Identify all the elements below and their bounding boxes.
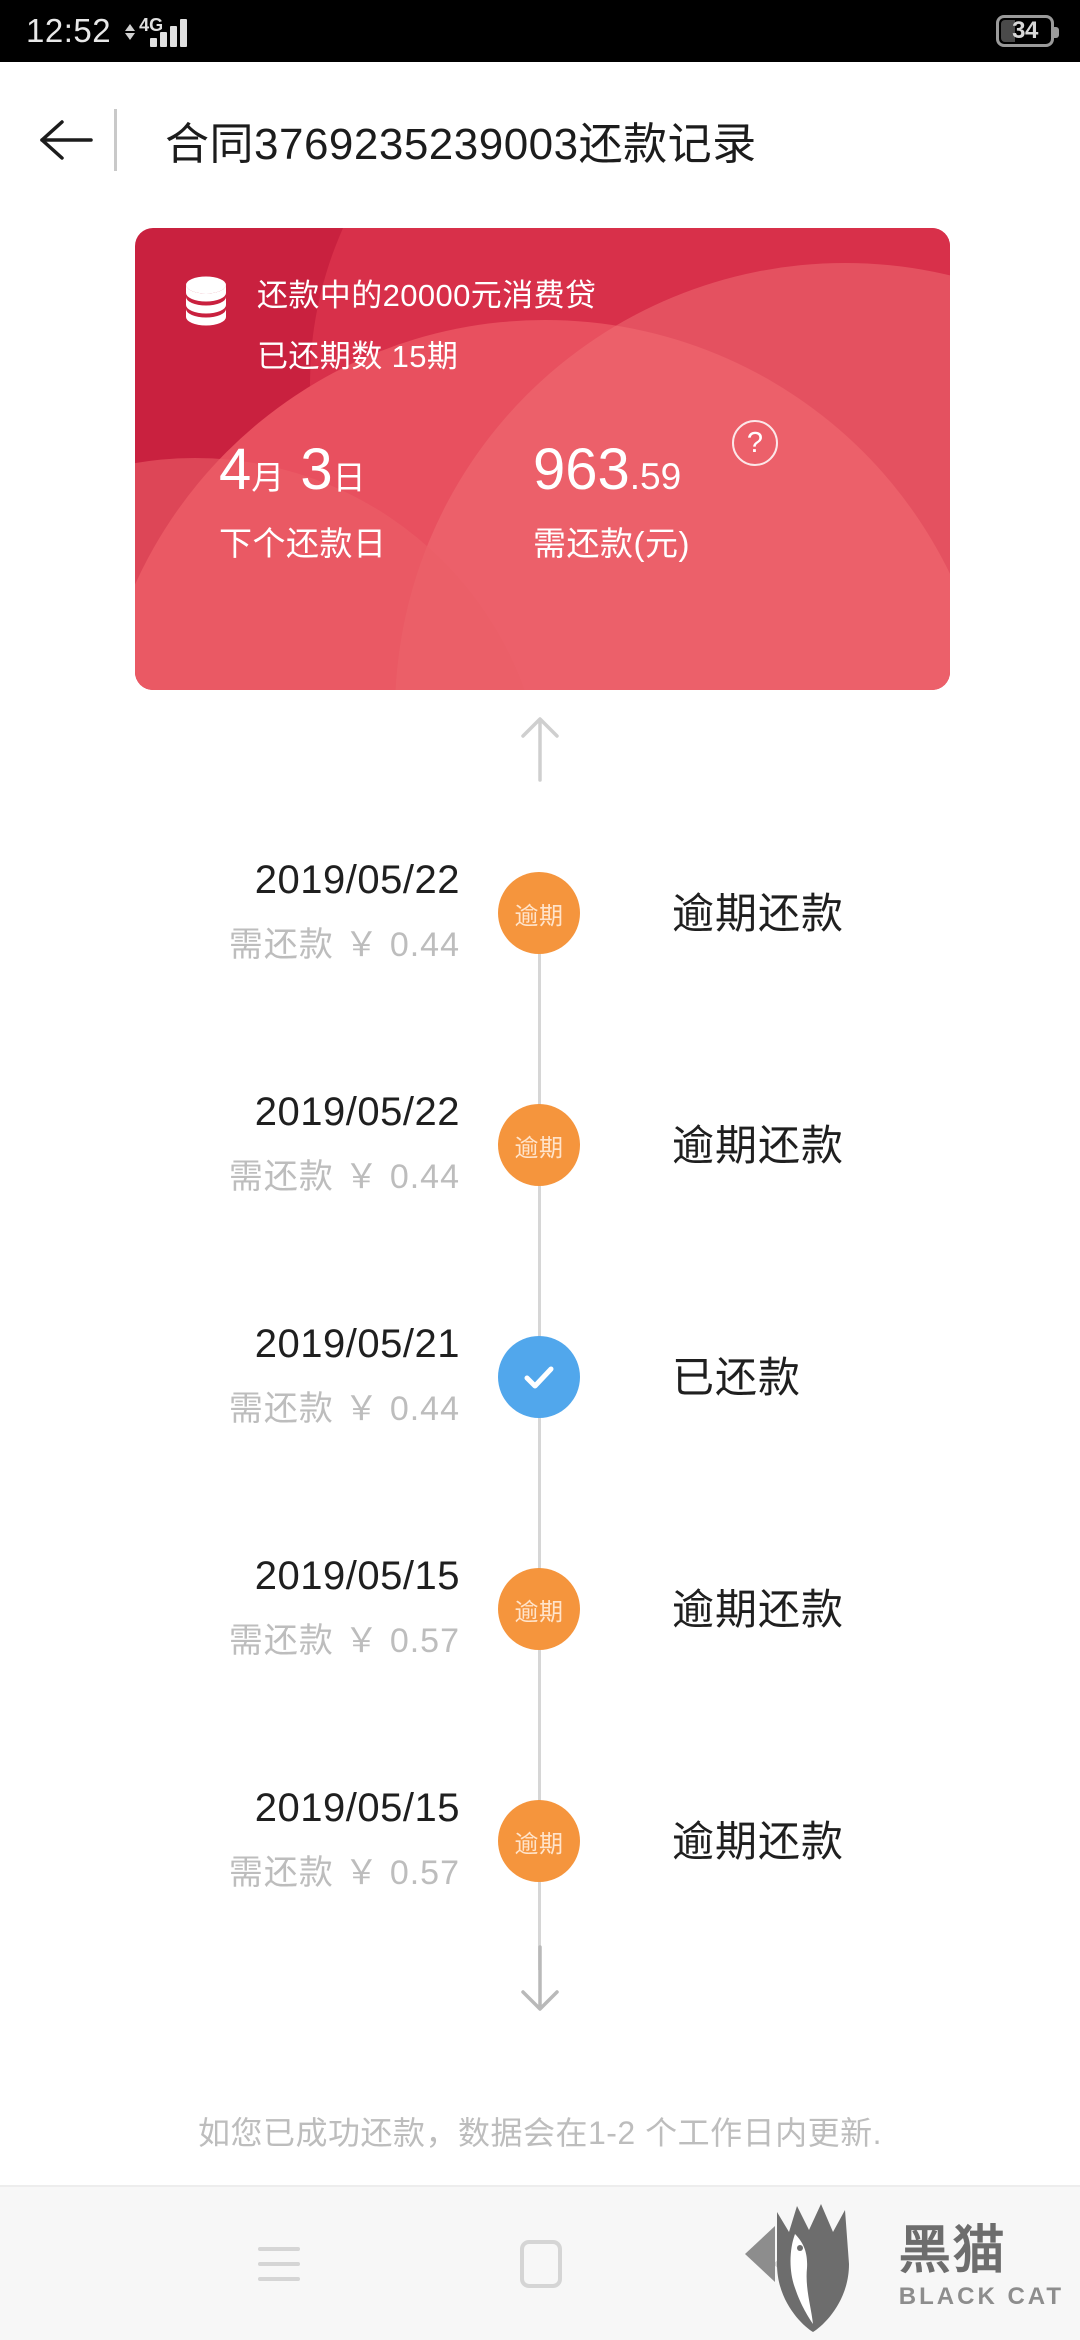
arrow-up-icon (521, 717, 559, 782)
row-status-text: 已还款 (672, 1354, 802, 1401)
row-amount: 需还款 ￥ 0.57 (228, 1622, 460, 1660)
row-left-info: 2019/05/22 需还款 ￥ 0.44 (229, 1090, 460, 1198)
next-payment-date-block: 4月 3日 下个还款日 (181, 437, 511, 565)
row-amount: 需还款 ￥ 0.44 (228, 926, 460, 964)
header-divider (114, 108, 117, 171)
month-number: 4 (219, 437, 252, 502)
table-row[interactable]: 2019/05/15 需还款 ￥ 0.57 逾期 逾期还款 (0, 1536, 1080, 1768)
footer-note: 如您已成功还款，数据会在1-2 个工作日内更新. (197, 2115, 883, 2151)
back-button[interactable] (0, 62, 110, 217)
battery-icon: 34 (996, 15, 1059, 47)
system-nav-bar: 黑猫 BLACK CAT (0, 2185, 1080, 2340)
row-date: 2019/05/22 (254, 858, 460, 902)
watermark-cn-text: 黑猫 (898, 2222, 1007, 2280)
status-right-icons: 34 (996, 15, 1059, 47)
row-amount: 需还款 ￥ 0.57 (228, 1854, 460, 1892)
month-unit: 月 (251, 459, 285, 496)
status-badge (498, 1336, 580, 1418)
next-payment-date-value: 4月 3日 (219, 437, 511, 502)
back-arrow-icon (40, 119, 93, 160)
card-periods-label: 已还期数 15期 (257, 339, 459, 374)
amount-due-value: 963.59 (533, 437, 690, 502)
data-transfer-icon (125, 17, 136, 47)
status-badge: 逾期 (498, 1568, 580, 1650)
amount-integer: 963 (533, 437, 630, 502)
loan-summary-card[interactable]: 还款中的20000元消费贷 已还期数 15期 4月 3日 下个还款日 963.5… (135, 228, 950, 690)
row-status-text: 逾期还款 (672, 1122, 845, 1169)
home-icon[interactable] (520, 2239, 562, 2288)
row-date: 2019/05/21 (254, 1322, 460, 1366)
card-header: 还款中的20000元消费贷 已还期数 15期 (181, 270, 904, 376)
row-date: 2019/05/15 (254, 1554, 460, 1598)
status-badge: 逾期 (498, 872, 580, 954)
card-product-label: 还款中的20000元消费贷 (257, 278, 597, 313)
signal-strength-icon (150, 18, 188, 47)
amount-decimal: .59 (629, 456, 682, 497)
amount-due-block: 963.59 需还款(元) ? (511, 420, 778, 565)
scroll-up-indicator[interactable] (0, 714, 1080, 789)
row-date: 2019/05/22 (254, 1090, 460, 1134)
battery-percent: 34 (1012, 17, 1038, 44)
row-status-text: 逾期还款 (672, 1586, 845, 1633)
amount-due-label: 需还款(元) (533, 524, 690, 562)
scroll-down-indicator[interactable] (0, 1942, 1080, 2019)
check-icon (524, 1366, 554, 1389)
row-left-info: 2019/05/15 需还款 ￥ 0.57 (229, 1554, 460, 1662)
status-bar: 12:52 4G 34 (0, 0, 1080, 62)
status-time: 12:52 (26, 12, 112, 49)
status-badge: 逾期 (498, 1104, 580, 1186)
row-left-info: 2019/05/22 需还款 ￥ 0.44 (229, 858, 460, 966)
arrow-down-icon (521, 1945, 559, 2011)
repayment-timeline: 2019/05/22 需还款 ￥ 0.44 逾期 逾期还款 2019/05/22… (0, 840, 1080, 2000)
row-date: 2019/05/15 (254, 1786, 460, 1830)
coin-stack-icon (186, 276, 226, 326)
day-number: 3 (300, 437, 333, 502)
watermark: 黑猫 BLACK CAT (737, 2202, 1064, 2334)
status-badge: 逾期 (498, 1800, 580, 1882)
page-title: 合同3769235239003还款记录 (165, 119, 757, 169)
card-stats: 4月 3日 下个还款日 963.59 需还款(元) ? (181, 420, 904, 565)
row-left-info: 2019/05/15 需还款 ￥ 0.57 (229, 1786, 460, 1894)
row-status-text: 逾期还款 (672, 1818, 845, 1865)
app-screen: 12:52 4G 34 合同3769235239003还款记录 还款中的2000… (0, 0, 1080, 2340)
row-amount: 需还款 ￥ 0.44 (228, 1390, 460, 1428)
row-amount: 需还款 ￥ 0.44 (228, 1158, 460, 1196)
table-row[interactable]: 2019/05/22 需还款 ￥ 0.44 逾期 逾期还款 (0, 1072, 1080, 1304)
row-status-text: 逾期还款 (672, 890, 845, 937)
help-icon[interactable]: ? (731, 420, 778, 466)
hamburger-menu-icon[interactable] (258, 2246, 300, 2281)
watermark-en-text: BLACK CAT (898, 2283, 1064, 2310)
day-unit: 日 (332, 459, 366, 496)
table-row[interactable]: 2019/05/22 需还款 ￥ 0.44 逾期 逾期还款 (0, 840, 1080, 1072)
black-cat-logo-icon (744, 2204, 849, 2332)
table-row[interactable]: 2019/05/21 需还款 ￥ 0.44 已还款 (0, 1304, 1080, 1536)
app-header: 合同3769235239003还款记录 (0, 62, 1080, 217)
row-left-info: 2019/05/21 需还款 ￥ 0.44 (229, 1322, 460, 1430)
next-payment-date-label: 下个还款日 (219, 524, 387, 562)
status-left-icons: 4G (125, 16, 188, 47)
